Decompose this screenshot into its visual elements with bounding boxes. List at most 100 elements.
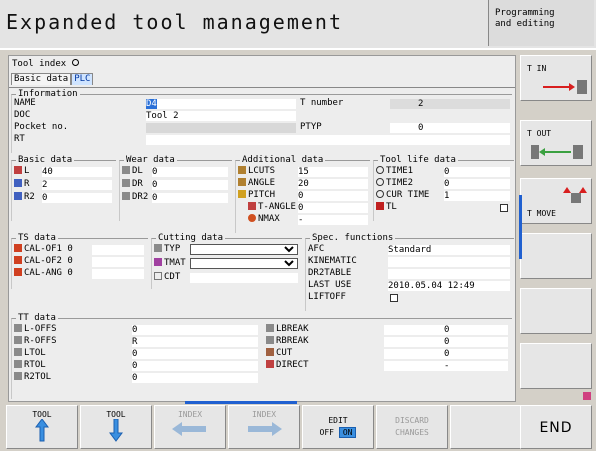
time2-field[interactable]: 0 [444,179,510,189]
tool-index-label: Tool index [12,59,79,69]
index-right-softkey[interactable]: INDEX [228,405,300,449]
tl-checkbox[interactable] [500,204,508,212]
arrow-left-icon [172,422,206,436]
r2tol-field[interactable]: 0 [132,373,258,383]
kinematic-field[interactable] [388,257,510,267]
life-row-tl[interactable]: TL [376,202,397,212]
wear-row-dl[interactable]: DL [122,166,143,176]
dr2table-field[interactable] [388,269,510,279]
discard-changes-softkey[interactable]: DISCARD CHANGES [376,405,448,449]
add-row-lcuts[interactable]: LCUTS [238,166,275,176]
calof2-field[interactable] [92,257,144,267]
edit-toggle[interactable]: OFF ON [303,427,373,438]
ts-row-calof2[interactable]: CAL-OF2 0 [14,256,73,266]
roffs-field[interactable]: R [132,337,258,347]
wear-row-dr[interactable]: DR [122,179,143,189]
add-row-nmax[interactable]: NMAX [248,214,280,224]
edit-toggle-softkey[interactable]: EDIT OFF ON [302,405,374,449]
t-out-softkey[interactable]: T OUT [520,120,592,166]
tab-basic-data[interactable]: Basic data [11,73,72,85]
loffs-field[interactable]: 0 [132,325,258,335]
empty-softkey-6[interactable] [520,343,592,389]
tangle-icon [248,202,256,210]
cdt-field[interactable] [190,273,298,283]
basic-data-title: Basic data [16,155,75,165]
ts-row-calang[interactable]: CAL-ANG 0 [14,268,73,278]
tt-row-r2tol[interactable]: R2TOL [14,372,51,382]
softkey-scroll-indicator [519,195,522,259]
add-row-angle[interactable]: ANGLE [238,178,275,188]
wear-dr-field[interactable]: 0 [152,180,228,190]
basic-row-r[interactable]: R [14,179,29,189]
basic-r2-field[interactable]: 0 [42,193,112,203]
tab-plc[interactable]: PLC [71,73,94,85]
add-row-tangle[interactable]: T-ANGLE [248,202,296,212]
time1-field[interactable]: 0 [444,167,510,177]
ts-row-calof1[interactable]: CAL-OF1 0 [14,244,73,254]
lcuts-field[interactable]: 15 [298,167,368,177]
tt-row-lbreak[interactable]: LBREAK [266,324,309,334]
spec-functions-group: Spec. functions AFC Standard KINEMATIC D… [305,233,514,311]
cutting-data-title: Cutting data [156,233,226,243]
add-row-pitch[interactable]: PITCH [238,190,275,200]
curtime-field[interactable]: 1 [444,191,510,201]
tool-down-softkey[interactable]: TOOL [80,405,152,449]
t-move-softkey[interactable]: T MOVE [520,178,592,224]
typ-select[interactable] [190,244,298,255]
tt-row-rbreak[interactable]: RBREAK [266,336,309,346]
t-in-softkey[interactable]: T IN [520,55,592,101]
lastuse-field[interactable]: 2010.05.04 12:49 [388,281,510,291]
spec-functions-title: Spec. functions [310,233,396,243]
empty-bottom-softkey[interactable] [450,405,522,449]
basic-row-r2[interactable]: R2 [14,192,35,202]
pitch-field[interactable]: 0 [298,191,368,201]
liftoff-checkbox[interactable] [390,294,398,302]
angle-field[interactable]: 20 [298,179,368,189]
index-left-softkey[interactable]: INDEX [154,405,226,449]
delta-radius2-icon [122,192,130,200]
tt-row-roffs[interactable]: R-OFFS [14,336,57,346]
doc-field[interactable]: Tool 2 [146,111,296,121]
lbreak-field[interactable]: 0 [384,325,508,335]
end-button[interactable]: END [520,405,592,449]
tt-row-ltol[interactable]: LTOL [14,348,46,358]
rbreak-field[interactable]: 0 [384,337,508,347]
direct-field[interactable]: - [384,361,508,371]
edit-on-option[interactable]: ON [338,427,357,438]
tt-row-direct[interactable]: DIRECT [266,360,309,370]
tt-row-loffs[interactable]: L-OFFS [14,324,57,334]
tangle-field[interactable]: 0 [298,203,368,213]
rtol-field[interactable]: 0 [132,361,258,371]
cut-field[interactable]: 0 [384,349,508,359]
pocket-field[interactable] [146,123,296,133]
header-bar: Expanded tool management Programming and… [0,0,596,50]
ltol-field[interactable]: 0 [132,349,258,359]
tmat-select[interactable] [190,258,298,269]
wear-data-title: Wear data [124,155,177,165]
empty-softkey-5[interactable] [520,288,592,334]
tt-row-cut[interactable]: CUT [266,348,292,358]
edit-off-option[interactable]: OFF [320,428,334,437]
nmax-field[interactable]: - [298,215,368,225]
ptyp-field[interactable]: 0 [390,123,510,133]
basic-l-field[interactable]: 40 [42,167,112,177]
basic-row-l[interactable]: L [14,166,29,176]
ts-data-group: TS data CAL-OF1 0 CAL-OF2 0 CAL-ANG 0 [11,233,148,289]
tt-row-rtol[interactable]: RTOL [14,360,46,370]
life-row-curtime[interactable]: CUR TIME [376,190,429,200]
tool-up-softkey[interactable]: TOOL [6,405,78,449]
tnumber-field[interactable]: 2 [390,99,510,109]
wear-row-dr2[interactable]: DR2 [122,192,148,202]
life-row-time1[interactable]: TIME1 [376,166,413,176]
calang-field[interactable] [92,269,144,279]
delta-radius-icon [122,179,130,187]
basic-r-field[interactable]: 2 [42,180,112,190]
wear-dl-field[interactable]: 0 [152,167,228,177]
empty-softkey-4[interactable] [520,233,592,279]
life-row-time2[interactable]: TIME2 [376,178,413,188]
afc-field[interactable]: Standard [388,245,510,255]
wear-dr2-field[interactable]: 0 [152,193,228,203]
calof1-field[interactable] [92,245,144,255]
rt-field[interactable] [146,135,510,145]
name-field[interactable]: D4 [146,99,296,109]
